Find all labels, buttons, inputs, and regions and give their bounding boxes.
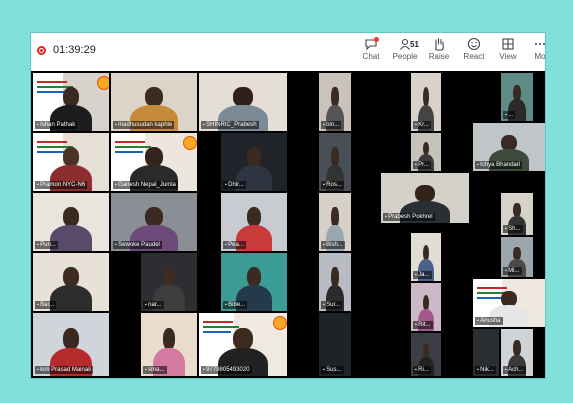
participant-name: 9779805493020 [201,366,252,374]
organization-logo-icon [273,316,287,330]
participant-name: Kr... [413,121,431,129]
react-button[interactable]: React [457,37,491,61]
video-tile[interactable]: Kr... [411,73,441,131]
organization-logo-icon [97,76,109,90]
video-tile[interactable]: Pun... [33,193,109,251]
participant-name: Dhir... [223,181,246,189]
view-button[interactable]: View [491,37,525,61]
video-tile[interactable]: Ichya Bhandari [473,123,545,171]
video-tile[interactable]: Anusha [473,279,545,327]
more-label: Mo [534,52,546,61]
participant-name: Ishan Pathak [35,121,78,129]
video-tile[interactable]: Pr... [411,133,441,171]
participant-name: Prabesh Pokhrel [383,213,435,221]
video-tile[interactable]: Ach... [501,329,533,376]
meeting-window: 01:39:29 Chat 51 People Raise React View… [30,32,546,379]
video-tile[interactable]: Rit... [411,283,441,331]
video-tile[interactable]: Bish... [319,193,351,251]
participant-name: Sh... [503,225,523,233]
participant-name: Anusha [475,317,503,325]
video-tile[interactable]: Ri... [411,333,441,376]
participant-name: nar... [143,301,164,309]
participant-name: kim Prasad Mainali [35,366,93,374]
more-dots-icon [535,43,545,45]
video-tile[interactable]: Mi... [501,237,533,277]
video-tile[interactable]: Ganesh Nepal_Jumla [111,133,197,191]
meeting-timer: 01:39:29 [53,44,96,56]
chat-label: Chat [362,52,380,61]
video-tile[interactable]: kim Prasad Mainali [33,313,109,376]
raise-hand-button[interactable]: Raise [422,37,456,61]
recording-icon [37,46,46,55]
react-label: React [463,52,485,61]
participant-name: Pea... [223,241,246,249]
video-tile[interactable]: nar... [141,253,197,311]
video-tile[interactable]: sma... [141,313,197,376]
video-tile[interactable]: Ishan Pathak [33,73,109,131]
video-tile[interactable]: madhusudan kaphle [111,73,197,131]
video-tile[interactable]: Nik... [473,329,499,376]
participant-name: Ros... [321,181,344,189]
participant-name: SHINRIC_Prabesh [201,121,259,129]
participant-name: Sewoke Paudel [113,241,162,249]
participant-name: madhusudan kaphle [113,121,175,129]
more-button[interactable]: Mo [523,37,546,61]
video-tile[interactable]: Prabesh Pokhrel [381,173,469,223]
people-label: People [392,52,418,61]
video-tile[interactable]: Ja... [411,233,441,281]
participant-name: Pramon NYC-N6 [35,181,88,189]
video-tile[interactable]: Bar... [33,253,109,311]
participant-name: Ganesh Nepal_Jumla [113,181,178,189]
grid-view-icon [502,38,514,50]
people-count: 51 [410,40,419,49]
hand-icon [435,37,444,51]
organization-logo-icon [183,136,197,150]
video-tile[interactable]: Dhir... [221,133,287,191]
participant-name: Mi... [503,267,522,275]
participant-name: ... [503,111,516,119]
participant-name: Sur... [321,301,343,309]
video-tile[interactable]: Ros... [319,133,351,191]
video-tile[interactable]: bin... [319,73,351,131]
participant-name: Ach... [503,366,526,374]
participant-name: Pr... [413,161,431,169]
participant-name: Bish... [321,241,345,249]
chat-notification-dot [374,37,379,42]
people-button[interactable]: 51 People [388,37,422,61]
participant-name: Pun... [35,241,58,249]
raise-label: Raise [428,52,450,61]
video-tile[interactable]: Bibe... [221,253,287,311]
video-tile[interactable]: Sus... [319,313,351,376]
view-label: View [499,52,517,61]
video-tile[interactable]: SHINRIC_Prabesh [199,73,287,131]
participant-name: Bar... [35,301,57,309]
participant-name: Ja... [413,271,432,279]
video-tile[interactable]: Pramon NYC-N6 [33,133,109,191]
chat-button[interactable]: Chat [354,37,388,61]
video-tile[interactable]: 9779805493020 [199,313,287,376]
participant-name: Ri... [413,366,431,374]
video-tile[interactable]: Pea... [221,193,287,251]
video-tile[interactable]: ... [501,73,533,121]
participant-name: Rit... [413,321,433,329]
participant-name: sma... [143,366,167,374]
participant-name: bin... [321,121,342,129]
participant-name: Nik... [475,366,496,374]
participant-name: Sus... [321,366,344,374]
video-tile[interactable]: Sur... [319,253,351,311]
video-tile[interactable]: Sh... [501,193,533,235]
smiley-icon [467,37,481,51]
participant-name: Ichya Bhandari [475,161,523,169]
meeting-toolbar: 01:39:29 Chat 51 People Raise React View… [31,33,545,71]
video-tile[interactable]: Sewoke Paudel [111,193,197,251]
participant-name: Bibe... [223,301,248,309]
